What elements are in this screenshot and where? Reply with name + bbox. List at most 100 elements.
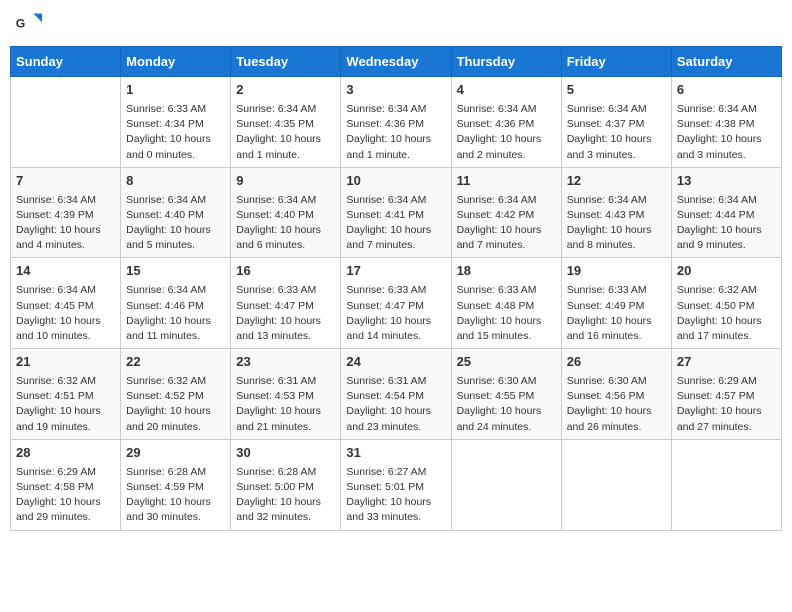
- day-info: Sunrise: 6:34 AMSunset: 4:37 PMDaylight:…: [567, 102, 666, 163]
- day-cell: 4 Sunrise: 6:34 AMSunset: 4:36 PMDaylight…: [451, 77, 561, 168]
- day-number: 4: [457, 81, 556, 100]
- day-number: 16: [236, 262, 335, 281]
- day-cell: 17 Sunrise: 6:33 AMSunset: 4:47 PMDayligh…: [341, 258, 451, 349]
- day-cell: 30Sunrise: 6:28 AMSunset: 5:00 PMDayligh…: [231, 439, 341, 530]
- calendar-table: SundayMondayTuesdayWednesdayThursdayFrid…: [10, 46, 782, 531]
- day-cell: 6 Sunrise: 6:34 AMSunset: 4:38 PMDaylight…: [671, 77, 781, 168]
- day-info: Sunrise: 6:31 AMSunset: 4:54 PMDaylight:…: [346, 374, 445, 435]
- day-cell: 13 Sunrise: 6:34 AMSunset: 4:44 PMDayligh…: [671, 167, 781, 258]
- day-number: 7: [16, 172, 115, 191]
- logo: G: [14, 10, 44, 38]
- day-cell: 2 Sunrise: 6:34 AMSunset: 4:35 PMDaylight…: [231, 77, 341, 168]
- page-header: G: [10, 10, 782, 38]
- day-info: Sunrise: 6:34 AMSunset: 4:36 PMDaylight:…: [346, 102, 445, 163]
- day-cell: 3Sunrise: 6:34 AMSunset: 4:36 PMDaylight…: [341, 77, 451, 168]
- week-row-4: 21Sunrise: 6:32 AMSunset: 4:51 PMDayligh…: [11, 349, 782, 440]
- day-number: 11: [457, 172, 556, 191]
- day-info: Sunrise: 6:30 AMSunset: 4:55 PMDaylight:…: [457, 374, 556, 435]
- day-number: 27: [677, 353, 776, 372]
- day-cell: 10 Sunrise: 6:34 AMSunset: 4:41 PMDayligh…: [341, 167, 451, 258]
- day-cell: 31 Sunrise: 6:27 AMSunset: 5:01 PMDayligh…: [341, 439, 451, 530]
- day-number: 18: [457, 262, 556, 281]
- day-info: Sunrise: 6:34 AMSunset: 4:36 PMDaylight:…: [457, 102, 556, 163]
- day-cell: 28 Sunrise: 6:29 AMSunset: 4:58 PMDayligh…: [11, 439, 121, 530]
- day-info: Sunrise: 6:33 AMSunset: 4:48 PMDaylight:…: [457, 283, 556, 344]
- day-info: Sunrise: 6:27 AMSunset: 5:01 PMDaylight:…: [346, 465, 445, 526]
- day-number: 24: [346, 353, 445, 372]
- day-cell: 15Sunrise: 6:34 AMSunset: 4:46 PMDayligh…: [121, 258, 231, 349]
- header-monday: Monday: [121, 47, 231, 77]
- day-number: 9: [236, 172, 335, 191]
- day-cell: 16 Sunrise: 6:33 AMSunset: 4:47 PMDayligh…: [231, 258, 341, 349]
- day-cell: 20Sunrise: 6:32 AMSunset: 4:50 PMDayligh…: [671, 258, 781, 349]
- day-cell: 5 Sunrise: 6:34 AMSunset: 4:37 PMDaylight…: [561, 77, 671, 168]
- day-info: Sunrise: 6:34 AMSunset: 4:40 PMDaylight:…: [126, 193, 225, 254]
- header-tuesday: Tuesday: [231, 47, 341, 77]
- header-thursday: Thursday: [451, 47, 561, 77]
- day-info: Sunrise: 6:34 AMSunset: 4:42 PMDaylight:…: [457, 193, 556, 254]
- day-info: Sunrise: 6:29 AMSunset: 4:57 PMDaylight:…: [677, 374, 776, 435]
- day-number: 5: [567, 81, 666, 100]
- day-number: 2: [236, 81, 335, 100]
- day-info: Sunrise: 6:30 AMSunset: 4:56 PMDaylight:…: [567, 374, 666, 435]
- logo-icon: G: [14, 10, 42, 38]
- day-info: Sunrise: 6:34 AMSunset: 4:43 PMDaylight:…: [567, 193, 666, 254]
- day-info: Sunrise: 6:34 AMSunset: 4:44 PMDaylight:…: [677, 193, 776, 254]
- day-number: 31: [346, 444, 445, 463]
- day-cell: 24 Sunrise: 6:31 AMSunset: 4:54 PMDayligh…: [341, 349, 451, 440]
- day-number: 25: [457, 353, 556, 372]
- day-info: Sunrise: 6:34 AMSunset: 4:40 PMDaylight:…: [236, 193, 335, 254]
- day-cell: 9 Sunrise: 6:34 AMSunset: 4:40 PMDaylight…: [231, 167, 341, 258]
- day-number: 14: [16, 262, 115, 281]
- day-cell: 27 Sunrise: 6:29 AMSunset: 4:57 PMDayligh…: [671, 349, 781, 440]
- day-number: 17: [346, 262, 445, 281]
- calendar-header-row: SundayMondayTuesdayWednesdayThursdayFrid…: [11, 47, 782, 77]
- day-number: 29: [126, 444, 225, 463]
- day-info: Sunrise: 6:34 AMSunset: 4:38 PMDaylight:…: [677, 102, 776, 163]
- day-cell: 22 Sunrise: 6:32 AMSunset: 4:52 PMDayligh…: [121, 349, 231, 440]
- day-cell: 25 Sunrise: 6:30 AMSunset: 4:55 PMDayligh…: [451, 349, 561, 440]
- day-number: 10: [346, 172, 445, 191]
- day-info: Sunrise: 6:32 AMSunset: 4:52 PMDaylight:…: [126, 374, 225, 435]
- day-cell: 29 Sunrise: 6:28 AMSunset: 4:59 PMDayligh…: [121, 439, 231, 530]
- day-number: 6: [677, 81, 776, 100]
- day-info: Sunrise: 6:34 AMSunset: 4:35 PMDaylight:…: [236, 102, 335, 163]
- day-info: Sunrise: 6:34 AMSunset: 4:46 PMDaylight:…: [126, 283, 225, 344]
- day-number: 19: [567, 262, 666, 281]
- day-info: Sunrise: 6:34 AMSunset: 4:41 PMDaylight:…: [346, 193, 445, 254]
- day-number: 13: [677, 172, 776, 191]
- day-number: 12: [567, 172, 666, 191]
- day-cell: [11, 77, 121, 168]
- week-row-1: 1 Sunrise: 6:33 AMSunset: 4:34 PMDaylight…: [11, 77, 782, 168]
- day-cell: 11 Sunrise: 6:34 AMSunset: 4:42 PMDayligh…: [451, 167, 561, 258]
- header-friday: Friday: [561, 47, 671, 77]
- day-cell: 7Sunrise: 6:34 AMSunset: 4:39 PMDaylight…: [11, 167, 121, 258]
- day-number: 8: [126, 172, 225, 191]
- day-cell: 14 Sunrise: 6:34 AMSunset: 4:45 PMDayligh…: [11, 258, 121, 349]
- day-cell: 26Sunrise: 6:30 AMSunset: 4:56 PMDayligh…: [561, 349, 671, 440]
- day-info: Sunrise: 6:28 AMSunset: 4:59 PMDaylight:…: [126, 465, 225, 526]
- day-number: 1: [126, 81, 225, 100]
- day-cell: 8 Sunrise: 6:34 AMSunset: 4:40 PMDaylight…: [121, 167, 231, 258]
- day-cell: 21Sunrise: 6:32 AMSunset: 4:51 PMDayligh…: [11, 349, 121, 440]
- day-info: Sunrise: 6:33 AMSunset: 4:47 PMDaylight:…: [236, 283, 335, 344]
- day-number: 28: [16, 444, 115, 463]
- day-number: 23: [236, 353, 335, 372]
- day-cell: [451, 439, 561, 530]
- day-number: 20: [677, 262, 776, 281]
- day-info: Sunrise: 6:33 AMSunset: 4:47 PMDaylight:…: [346, 283, 445, 344]
- day-cell: 23Sunrise: 6:31 AMSunset: 4:53 PMDayligh…: [231, 349, 341, 440]
- header-wednesday: Wednesday: [341, 47, 451, 77]
- day-info: Sunrise: 6:33 AMSunset: 4:34 PMDaylight:…: [126, 102, 225, 163]
- svg-text:G: G: [16, 17, 26, 31]
- week-row-2: 7Sunrise: 6:34 AMSunset: 4:39 PMDaylight…: [11, 167, 782, 258]
- day-cell: 1 Sunrise: 6:33 AMSunset: 4:34 PMDaylight…: [121, 77, 231, 168]
- day-cell: 18 Sunrise: 6:33 AMSunset: 4:48 PMDayligh…: [451, 258, 561, 349]
- day-info: Sunrise: 6:29 AMSunset: 4:58 PMDaylight:…: [16, 465, 115, 526]
- header-sunday: Sunday: [11, 47, 121, 77]
- day-number: 30: [236, 444, 335, 463]
- week-row-3: 14 Sunrise: 6:34 AMSunset: 4:45 PMDayligh…: [11, 258, 782, 349]
- day-cell: [671, 439, 781, 530]
- day-number: 22: [126, 353, 225, 372]
- day-info: Sunrise: 6:34 AMSunset: 4:45 PMDaylight:…: [16, 283, 115, 344]
